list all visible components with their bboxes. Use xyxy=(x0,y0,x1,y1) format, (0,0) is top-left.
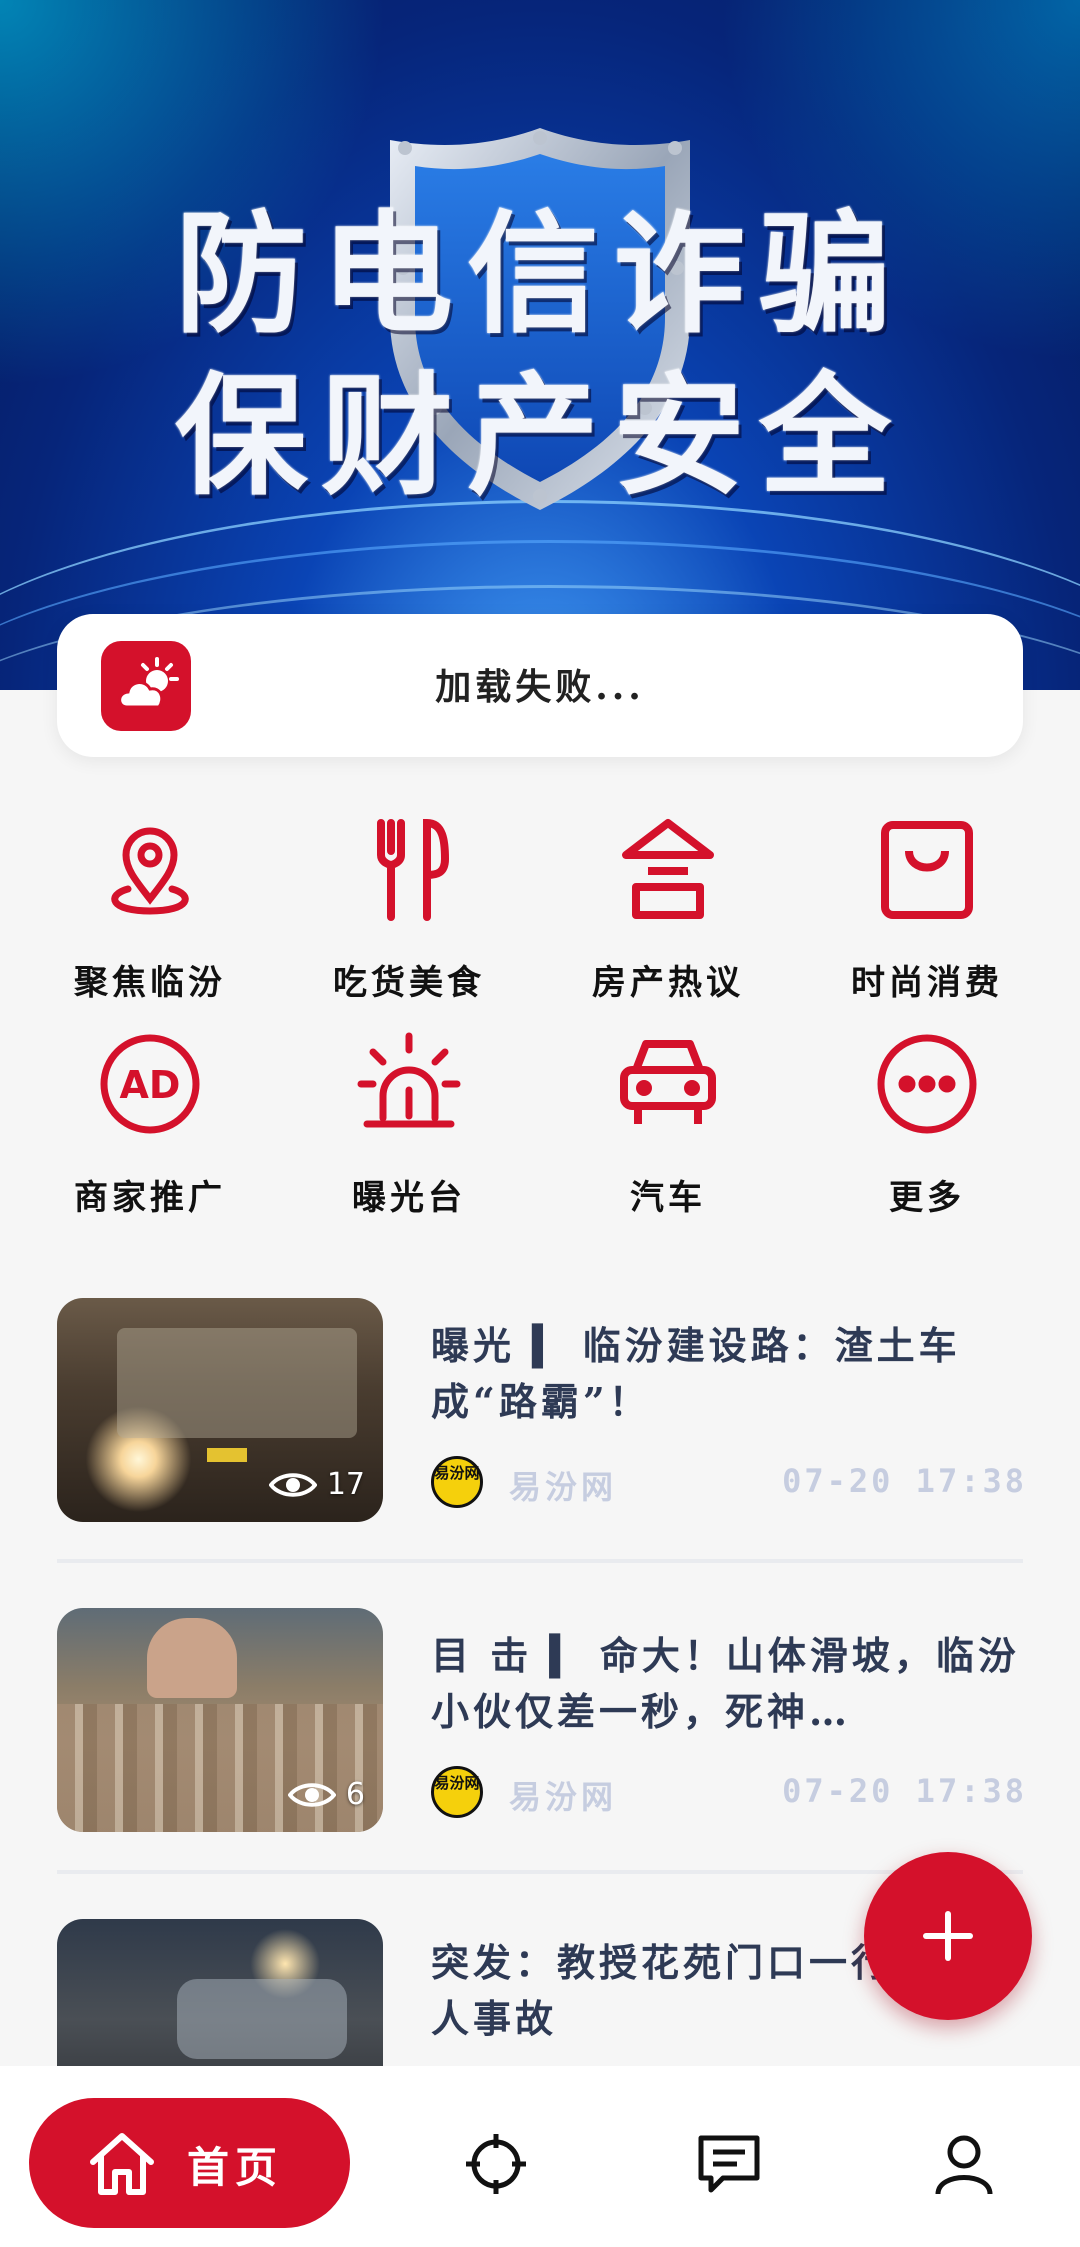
source-name: 易汾网 xyxy=(509,1468,618,1506)
discover-icon[interactable] xyxy=(464,2132,528,2196)
article-meta: 易汾网 易汾网 07-20 17:38 xyxy=(431,1766,1027,1818)
category-label: 汽车 xyxy=(630,1178,706,1218)
fork-knife-icon xyxy=(377,818,450,921)
article-title[interactable]: 目 击 ▍ 命大！山体滑坡，临汾小伙仅差一秒，死神… xyxy=(431,1628,1031,1740)
more-icon xyxy=(877,1034,977,1134)
mud-car-shape xyxy=(57,1704,383,1832)
view-count: 6 xyxy=(287,1777,365,1812)
category-real-estate[interactable]: 房产热议 xyxy=(543,815,793,1004)
shopping-bag-icon xyxy=(881,821,973,919)
view-count-number: 6 xyxy=(345,1777,365,1812)
profile-icon[interactable] xyxy=(932,2132,996,2196)
publish-time: 07-20 17:38 xyxy=(782,1462,1027,1500)
alarm-light-icon xyxy=(357,1032,461,1128)
house-icon xyxy=(622,819,714,919)
anti-fraud-banner[interactable]: 防电信诈骗 保财产安全 xyxy=(0,0,1080,690)
category-more[interactable]: 更多 xyxy=(802,1030,1052,1219)
person-shape xyxy=(147,1618,237,1698)
svg-text:AD: AD xyxy=(120,1063,181,1107)
bottom-navigation: 首页 xyxy=(0,2066,1080,2247)
source-logo: 易汾网 xyxy=(431,1766,483,1818)
view-count-number: 17 xyxy=(326,1467,365,1502)
messages-icon[interactable] xyxy=(697,2132,761,2196)
banner-title-line2: 保财产安全 xyxy=(175,360,905,514)
publish-time: 07-20 17:38 xyxy=(782,1772,1027,1810)
article-title[interactable]: 曝光 ▍ 临汾建设路：渣土车成“路霸”！ xyxy=(431,1318,1031,1430)
category-fashion[interactable]: 时尚消费 xyxy=(802,815,1052,1004)
article-meta: 易汾网 易汾网 07-20 17:38 xyxy=(431,1456,1027,1508)
category-label: 更多 xyxy=(889,1178,965,1218)
category-food[interactable]: 吃货美食 xyxy=(284,815,534,1004)
truck-shape xyxy=(117,1328,357,1438)
car-shape xyxy=(177,1979,347,2059)
home-icon xyxy=(90,2133,154,2195)
ad-icon: AD xyxy=(100,1034,200,1134)
create-post-button[interactable] xyxy=(864,1852,1032,2020)
article-thumbnail[interactable] xyxy=(57,1919,383,2066)
source-name: 易汾网 xyxy=(509,1778,618,1816)
category-label: 聚焦临汾 xyxy=(74,963,226,1003)
nav-home-button[interactable]: 首页 xyxy=(29,2098,350,2228)
nav-home-label: 首页 xyxy=(187,2143,284,2192)
article-item[interactable]: 17 曝光 ▍ 临汾建设路：渣土车成“路霸”！ 易汾网 易汾网 07-20 17… xyxy=(57,1298,1024,1524)
view-count: 17 xyxy=(268,1467,365,1502)
article-divider xyxy=(57,1559,1023,1563)
eye-icon xyxy=(287,1782,336,1807)
category-auto[interactable]: 汽车 xyxy=(543,1030,793,1219)
license-plate xyxy=(207,1448,247,1462)
article-thumbnail[interactable]: 6 xyxy=(57,1608,383,1832)
category-label: 时尚消费 xyxy=(851,963,1003,1003)
weather-status-text: 加载失败... xyxy=(435,666,645,708)
category-label: 吃货美食 xyxy=(333,963,485,1003)
category-exposure[interactable]: 曝光台 xyxy=(284,1030,534,1219)
category-focus-linfen[interactable]: 聚焦临汾 xyxy=(25,815,275,1004)
article-item[interactable]: 6 目 击 ▍ 命大！山体滑坡，临汾小伙仅差一秒，死神… 易汾网 易汾网 07-… xyxy=(57,1608,1024,1834)
category-merchant-promo[interactable]: AD 商家推广 xyxy=(25,1030,275,1219)
category-label: 商家推广 xyxy=(74,1178,226,1218)
location-pin-icon xyxy=(111,827,189,915)
category-label: 房产热议 xyxy=(592,963,744,1003)
eye-icon xyxy=(268,1472,317,1497)
article-thumbnail[interactable]: 17 xyxy=(57,1298,383,1522)
plus-icon xyxy=(923,1911,973,1961)
weather-card[interactable]: 加载失败... xyxy=(57,614,1023,757)
category-label: 曝光台 xyxy=(352,1178,466,1218)
car-icon xyxy=(620,1040,716,1124)
source-logo: 易汾网 xyxy=(431,1456,483,1508)
